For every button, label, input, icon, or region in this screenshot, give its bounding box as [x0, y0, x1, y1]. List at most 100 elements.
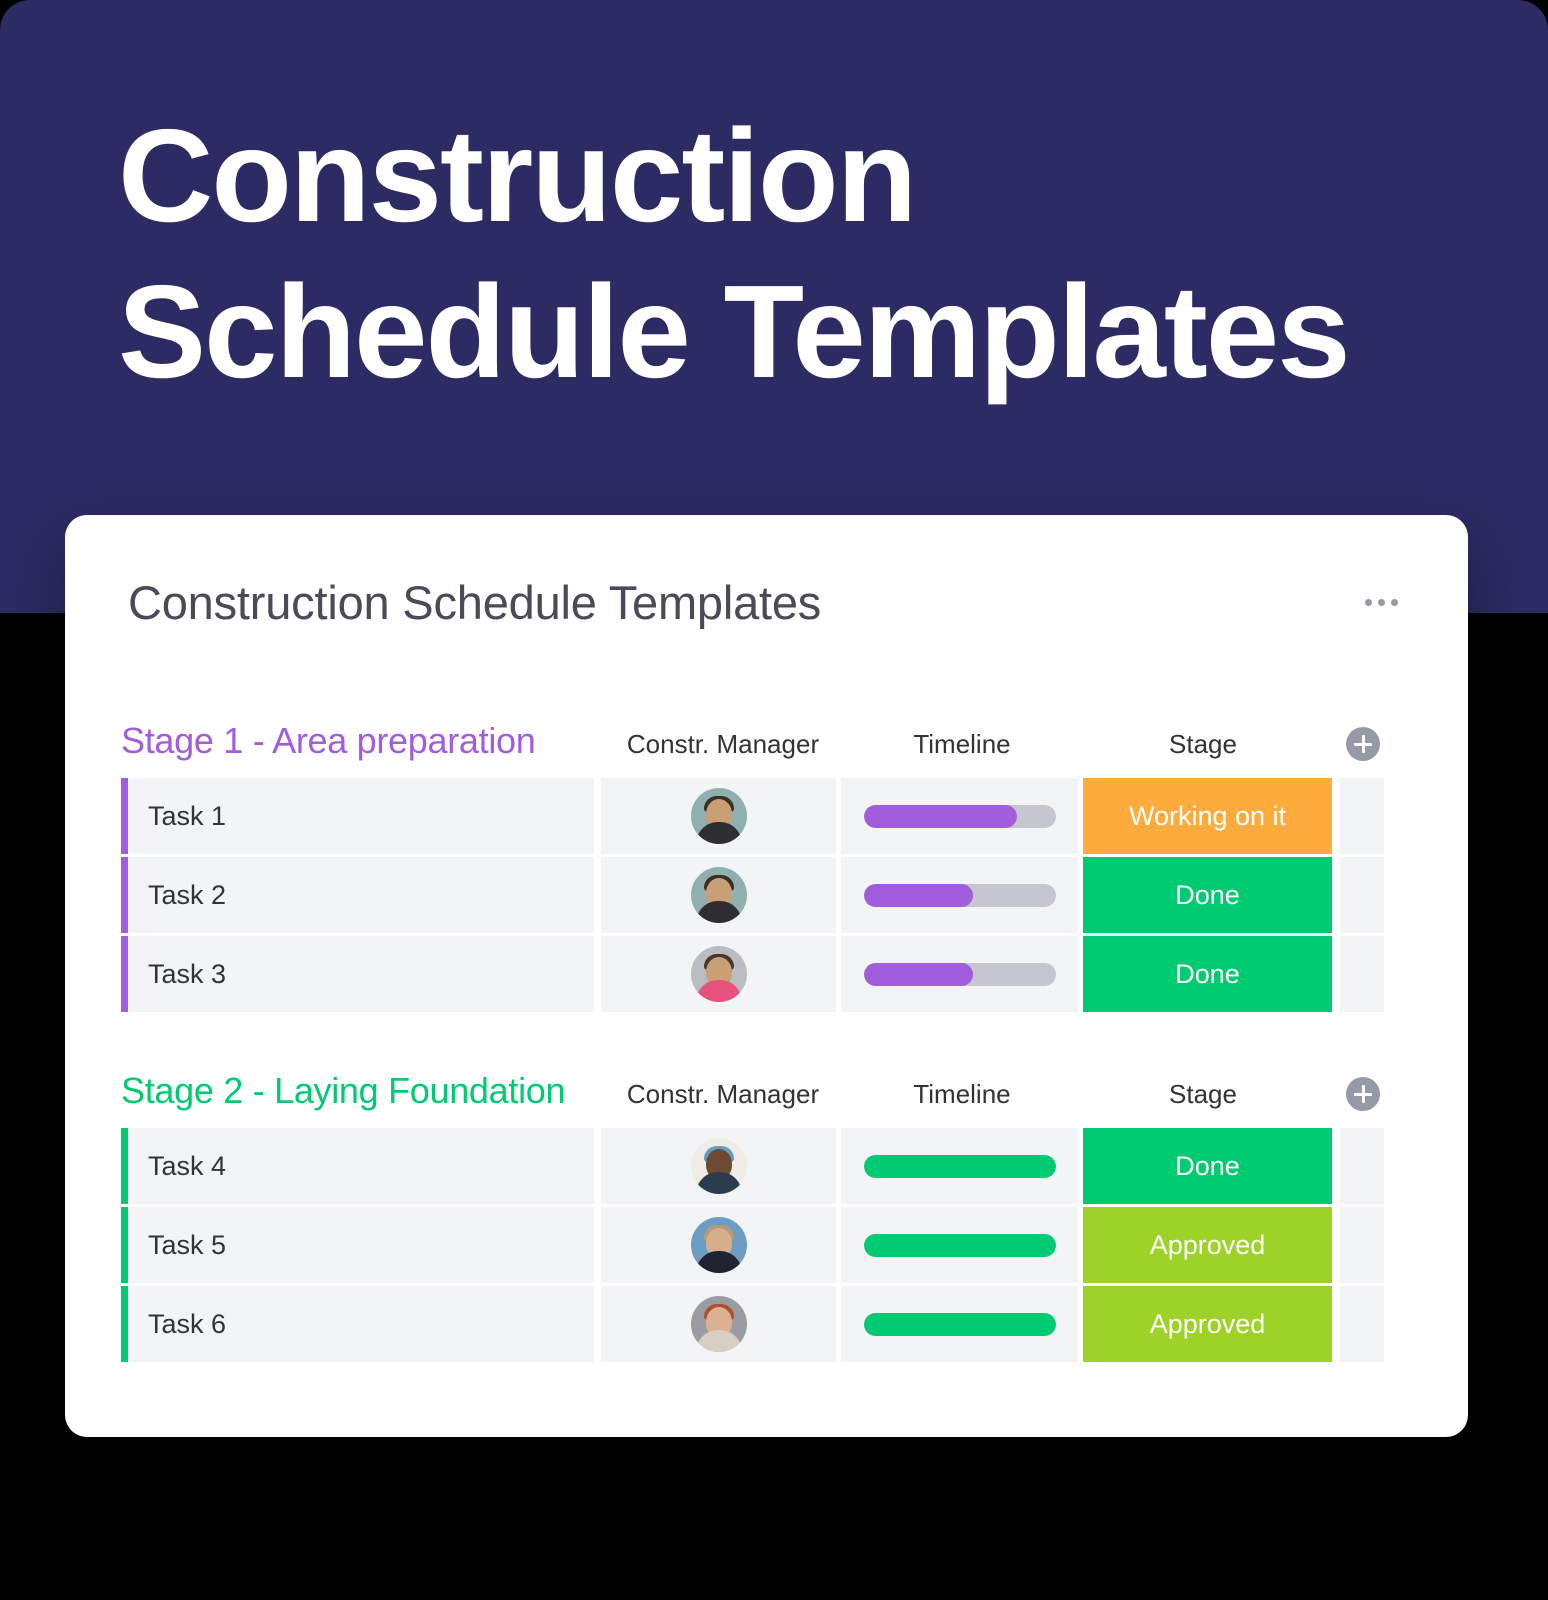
status-badge-label: Approved — [1149, 1229, 1266, 1260]
menu-dot — [1365, 599, 1372, 606]
group-title[interactable]: Stage 1 - Area preparation — [121, 720, 536, 762]
timeline-progress — [863, 883, 973, 907]
timeline-track[interactable] — [863, 1233, 1056, 1257]
group-color-bar — [121, 1286, 128, 1362]
column-header-manager[interactable]: Constr. Manager — [598, 1079, 848, 1110]
timeline-cell[interactable] — [841, 1128, 1078, 1204]
avatar-body — [695, 822, 742, 844]
board-group: Stage 2 - Laying Foundation Constr. Manag… — [65, 1070, 1468, 1365]
status-badge[interactable]: Approved — [1083, 1207, 1332, 1283]
group-color-bar — [121, 857, 128, 933]
group-color-bar — [121, 1207, 128, 1283]
timeline-progress — [863, 804, 1018, 828]
avatar-body — [695, 1330, 742, 1352]
task-name-label: Task 3 — [148, 958, 227, 989]
task-name-cell[interactable]: Task 4 — [121, 1128, 594, 1204]
status-badge-label: Done — [1175, 958, 1240, 989]
group-color-bar — [121, 778, 128, 854]
task-name-label: Task 1 — [148, 800, 227, 831]
task-name-label: Task 5 — [148, 1229, 227, 1260]
menu-dot — [1391, 599, 1398, 606]
table-row[interactable]: Task 5 Approved — [65, 1207, 1468, 1283]
avatar-body — [695, 1172, 742, 1194]
group-header: Stage 2 - Laying Foundation Constr. Manag… — [65, 1070, 1468, 1128]
menu-dot — [1378, 599, 1385, 606]
column-header-stage[interactable]: Stage — [1078, 729, 1328, 760]
timeline-track[interactable] — [863, 1312, 1056, 1336]
status-badge[interactable]: Done — [1083, 857, 1332, 933]
task-name-label: Task 4 — [148, 1150, 227, 1181]
more-horizontal-icon[interactable] — [1357, 591, 1406, 614]
task-name-cell[interactable]: Task 1 — [121, 778, 594, 854]
avatar[interactable] — [690, 867, 747, 923]
avatar-body — [695, 901, 742, 923]
manager-cell[interactable] — [601, 778, 836, 854]
manager-cell[interactable] — [601, 936, 836, 1012]
status-badge[interactable]: Done — [1083, 936, 1332, 1012]
timeline-cell[interactable] — [841, 936, 1078, 1012]
group-header: Stage 1 - Area preparation Constr. Manage… — [65, 720, 1468, 778]
table-row[interactable]: Task 3 Done — [65, 936, 1468, 1012]
plus-circle-icon[interactable] — [1346, 727, 1380, 761]
timeline-progress — [863, 962, 973, 986]
empty-cell[interactable] — [1340, 1286, 1384, 1362]
empty-cell[interactable] — [1340, 1128, 1384, 1204]
status-badge[interactable]: Approved — [1083, 1286, 1332, 1362]
task-name-cell[interactable]: Task 2 — [121, 857, 594, 933]
timeline-cell[interactable] — [841, 778, 1078, 854]
avatar[interactable] — [690, 1138, 747, 1194]
hero-title: Construction Schedule Templates — [118, 102, 1351, 405]
avatar[interactable] — [690, 1217, 747, 1273]
empty-cell[interactable] — [1340, 857, 1384, 933]
timeline-cell[interactable] — [841, 1286, 1078, 1362]
timeline-progress — [863, 1154, 1056, 1178]
timeline-track[interactable] — [863, 1154, 1056, 1178]
timeline-cell[interactable] — [841, 857, 1078, 933]
empty-cell[interactable] — [1340, 936, 1384, 1012]
board-header: Construction Schedule Templates — [65, 515, 1468, 690]
group-title[interactable]: Stage 2 - Laying Foundation — [121, 1070, 566, 1112]
avatar[interactable] — [690, 946, 747, 1002]
column-header-stage[interactable]: Stage — [1078, 1079, 1328, 1110]
task-name-cell[interactable]: Task 3 — [121, 936, 594, 1012]
manager-cell[interactable] — [601, 1286, 836, 1362]
status-badge-label: Done — [1175, 1150, 1240, 1181]
group-color-bar — [121, 936, 128, 1012]
table-row[interactable]: Task 4 Done — [65, 1128, 1468, 1204]
empty-cell[interactable] — [1340, 1207, 1384, 1283]
avatar-body — [695, 1251, 742, 1273]
status-badge[interactable]: Done — [1083, 1128, 1332, 1204]
manager-cell[interactable] — [601, 1128, 836, 1204]
table-row[interactable]: Task 2 Done — [65, 857, 1468, 933]
status-badge[interactable]: Working on it — [1083, 778, 1332, 854]
avatar[interactable] — [690, 788, 747, 844]
task-name-cell[interactable]: Task 5 — [121, 1207, 594, 1283]
column-header-manager[interactable]: Constr. Manager — [598, 729, 848, 760]
board-title: Construction Schedule Templates — [128, 576, 822, 629]
table-row[interactable]: Task 6 Approved — [65, 1286, 1468, 1362]
timeline-track[interactable] — [863, 883, 1056, 907]
timeline-cell[interactable] — [841, 1207, 1078, 1283]
task-name-label: Task 6 — [148, 1308, 227, 1339]
task-name-cell[interactable]: Task 6 — [121, 1286, 594, 1362]
board-card: Construction Schedule Templates Stage 1 … — [65, 515, 1468, 1437]
task-name-label: Task 2 — [148, 879, 227, 910]
avatar[interactable] — [690, 1296, 747, 1352]
timeline-progress — [863, 1312, 1056, 1336]
timeline-track[interactable] — [863, 804, 1056, 828]
status-badge-label: Approved — [1149, 1308, 1266, 1339]
timeline-progress — [863, 1233, 1056, 1257]
manager-cell[interactable] — [601, 857, 836, 933]
timeline-track[interactable] — [863, 962, 1056, 986]
plus-circle-icon[interactable] — [1346, 1077, 1380, 1111]
manager-cell[interactable] — [601, 1207, 836, 1283]
column-header-timeline[interactable]: Timeline — [847, 1079, 1077, 1110]
avatar-body — [695, 980, 742, 1002]
table-row[interactable]: Task 1 Working on it — [65, 778, 1468, 854]
status-badge-label: Working on it — [1128, 800, 1287, 831]
status-badge-label: Done — [1175, 879, 1240, 910]
group-color-bar — [121, 1128, 128, 1204]
empty-cell[interactable] — [1340, 778, 1384, 854]
column-header-timeline[interactable]: Timeline — [847, 729, 1077, 760]
board-group: Stage 1 - Area preparation Constr. Manage… — [65, 720, 1468, 1015]
